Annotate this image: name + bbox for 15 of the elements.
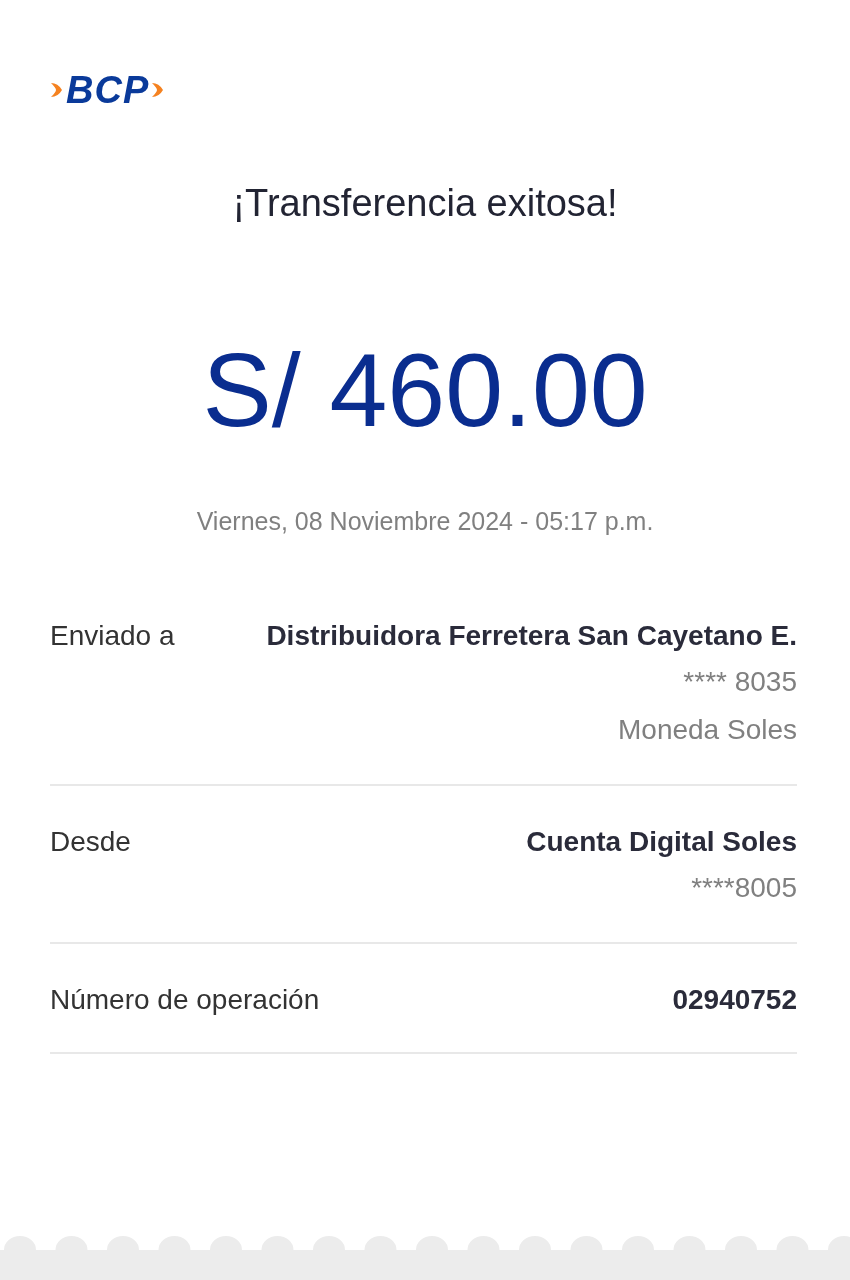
detail-value: Cuenta Digital Soles <box>526 825 797 859</box>
detail-label: Número de operación <box>50 983 320 1017</box>
detail-subvalue: **** 8035 <box>683 665 797 699</box>
amount: S/ 460.00 <box>201 331 649 450</box>
success-title: ¡Transferencia exitosa! <box>231 181 619 226</box>
chevron-icon <box>151 80 166 100</box>
chevron-icon <box>50 80 64 100</box>
detail-subvalue: ****8005 <box>691 871 797 905</box>
detail-label: Enviado a <box>50 619 175 653</box>
detail-value: 02940752 <box>672 983 797 1017</box>
date-time: Viernes, 08 Noviembre 2024 - 05:17 p.m. <box>195 506 655 536</box>
detail-subvalue: Moneda Soles <box>618 713 797 747</box>
logo-text: BCP <box>66 70 150 110</box>
detail-label: Desde <box>50 825 131 859</box>
detail-value: Distribuidora Ferretera San Cayetano E. <box>266 619 797 653</box>
